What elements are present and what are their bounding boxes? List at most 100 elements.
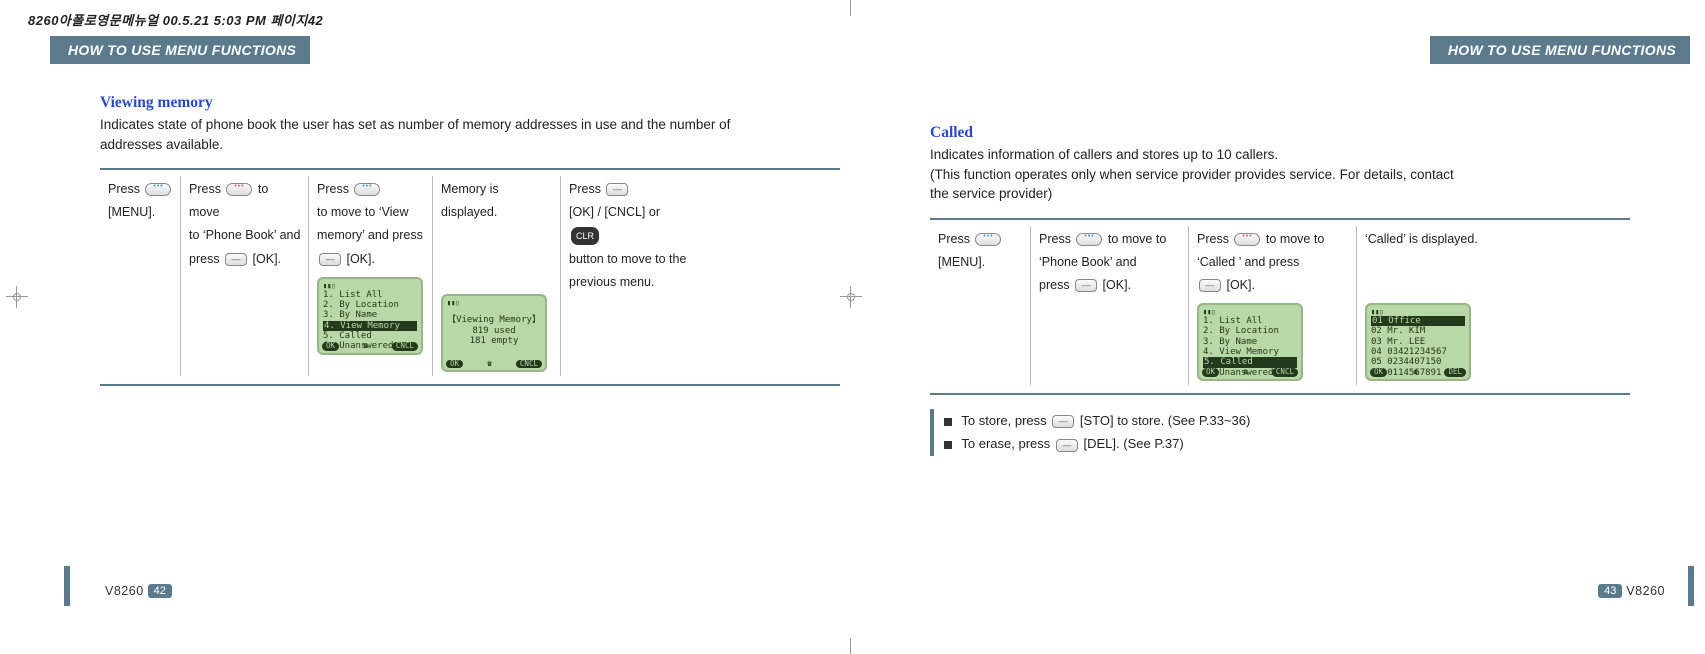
note-text: To erase, press: [961, 436, 1054, 451]
page-number-right: 43 V8260: [1598, 584, 1665, 598]
lcd-line: 181 empty: [447, 336, 541, 346]
crop-tick-top: [850, 0, 851, 16]
step-col-2: Press to move to ‘Phone Book’ and press …: [1030, 226, 1188, 385]
page-number-badge: 42: [148, 584, 172, 598]
section-tab-left: HOW TO USE MENU FUNCTIONS: [50, 36, 310, 64]
step-text: Press: [569, 182, 604, 196]
lcd-phone-icon: ☎: [1409, 368, 1422, 377]
step-text: Press: [108, 182, 143, 196]
page-left: HOW TO USE MENU FUNCTIONS Viewing memory…: [40, 36, 840, 606]
lcd-screen-called-list: ▮▮▯ 01 Office 02 Mr. KIM 03 Mr. LEE 04 0…: [1365, 303, 1471, 381]
step-text: [OK] / [CNCL] or: [569, 205, 660, 219]
bullet-icon: [944, 418, 952, 426]
note-text: To store, press: [961, 413, 1050, 428]
step-text: memory’ and press: [317, 228, 423, 242]
step-text: to move to ‘View: [317, 205, 408, 219]
clr-key-icon: CLR: [571, 227, 599, 246]
step-text: previous menu.: [569, 275, 654, 289]
lcd-screen-viewing-memory: ▮▮▯ 【Viewing Memory】 819 used 181 empty …: [441, 294, 547, 372]
nav-key-icon: [975, 233, 1001, 246]
lcd-line: 05 0234407150: [1371, 357, 1465, 367]
crop-mark-center: [840, 286, 862, 308]
step-text: [MENU].: [108, 205, 155, 219]
lcd-softkey-cncl: CNCL: [1272, 368, 1298, 377]
step-text: Press: [189, 182, 224, 196]
lcd-softkey-ok: OK: [1370, 368, 1387, 377]
right-content: Called Indicates information of callers …: [930, 124, 1700, 456]
lcd-line: 03 Mr. LEE: [1371, 337, 1465, 347]
soft-key-icon: [1199, 279, 1221, 292]
step-text: ‘Called ’ and press: [1197, 255, 1299, 269]
step-text: press: [1039, 278, 1073, 292]
desc-line: (This function operates only when servic…: [930, 167, 1454, 182]
section-title-called: Called: [930, 124, 1700, 142]
lcd-line: 5. Called: [323, 331, 417, 341]
step-text: button to move to the: [569, 252, 686, 266]
note-text: [STO] to store. (See P.33~36): [1080, 413, 1250, 428]
soft-key-icon: [319, 253, 341, 266]
lcd-phone-icon: ☎: [359, 342, 372, 351]
steps-row-right: Press [MENU]. Press to move to ‘Phone Bo…: [930, 218, 1630, 395]
lcd-softkey-ok: OK: [446, 360, 463, 369]
lcd-line: 2. By Location: [1203, 326, 1297, 336]
soft-key-icon: [1052, 415, 1074, 428]
desc-line: Indicates information of callers and sto…: [930, 147, 1278, 162]
lcd-phone-icon: ☎: [483, 360, 496, 369]
lcd-line: 4. View Memory: [1203, 347, 1297, 357]
notes-block: To store, press [STO] to store. (See P.3…: [930, 409, 1700, 456]
page-number-badge: 43: [1598, 584, 1622, 598]
model-label: V8260: [105, 584, 144, 598]
lcd-line-selected: 5. Called: [1203, 357, 1297, 367]
lcd-softkey-cncl: CNCL: [516, 360, 542, 369]
accent-bottom-left: [64, 566, 70, 606]
step-col-1: Press [MENU].: [930, 226, 1030, 385]
step-col-2: Press to move to ‘Phone Book’ and press …: [180, 176, 308, 376]
step-text: Press: [1039, 232, 1074, 246]
section-tab-right: HOW TO USE MENU FUNCTIONS: [1430, 36, 1690, 64]
step-text: Memory is displayed.: [441, 182, 499, 219]
lcd-softkey-ok: OK: [322, 342, 339, 351]
soft-key-icon: [1075, 279, 1097, 292]
lcd-softkey-ok: OK: [1202, 368, 1219, 377]
step-text: ‘Called’ is displayed.: [1365, 232, 1478, 246]
step-col-5: Press [OK] / [CNCL] or CLR button to mov…: [560, 176, 696, 376]
lcd-line: 3. By Name: [1203, 337, 1297, 347]
step-text: Press: [938, 232, 973, 246]
section-desc-called: Indicates information of callers and sto…: [930, 145, 1490, 204]
step-col-4: ‘Called’ is displayed. ▮▮▯ 01 Office 02 …: [1356, 226, 1526, 385]
lcd-line: 2. By Location: [323, 300, 417, 310]
lcd-line: 819 used: [447, 326, 541, 336]
lcd-phone-icon: ☎: [1239, 368, 1252, 377]
step-text: ‘Phone Book’ and: [1039, 255, 1137, 269]
soft-key-icon: [606, 183, 628, 196]
nav-key-icon: [354, 183, 380, 196]
lcd-screen-phonebook-menu: ▮▮▯ 1. List All 2. By Location 3. By Nam…: [317, 277, 423, 355]
step-text: to ‘Phone Book’ and: [189, 228, 300, 242]
note-line: To store, press [STO] to store. (See P.3…: [944, 409, 1700, 432]
step-col-4: Memory is displayed. ▮▮▯ 【Viewing Memory…: [432, 176, 560, 376]
lcd-line-selected: 01 Office: [1371, 316, 1465, 326]
page-right: HOW TO USE MENU FUNCTIONS Called Indicat…: [900, 36, 1700, 606]
lcd-line: 04 03421234567: [1371, 347, 1465, 357]
step-text: press: [189, 252, 223, 266]
step-col-3: Press to move to ‘View memory’ and press…: [308, 176, 432, 376]
lcd-title: 【Viewing Memory】: [447, 315, 541, 325]
step-text: to move to: [1108, 232, 1166, 246]
step-text: to move to: [1266, 232, 1324, 246]
lcd-line: 3. By Name: [323, 310, 417, 320]
step-text: [OK].: [1103, 278, 1131, 292]
step-col-1: Press [MENU].: [100, 176, 180, 376]
section-title-viewing-memory: Viewing memory: [100, 94, 840, 112]
left-content: Viewing memory Indicates state of phone …: [100, 94, 840, 386]
steps-row-left: Press [MENU]. Press to move to ‘Phone Bo…: [100, 168, 840, 386]
step-text: Press: [317, 182, 352, 196]
nav-key-icon: [1076, 233, 1102, 246]
soft-key-icon: [1056, 439, 1078, 452]
bullet-icon: [944, 441, 952, 449]
step-text: [OK].: [1226, 278, 1254, 292]
lcd-screen-phonebook-menu: ▮▮▯ 1. List All 2. By Location 3. By Nam…: [1197, 303, 1303, 381]
note-line: To erase, press [DEL]. (See P.37): [944, 432, 1700, 455]
print-meta-header: 8260아폴로영문메뉴얼 00.5.21 5:03 PM 페이지42: [28, 10, 323, 29]
crop-mark-left: [6, 286, 28, 308]
accent-bottom-right: [1688, 566, 1694, 606]
